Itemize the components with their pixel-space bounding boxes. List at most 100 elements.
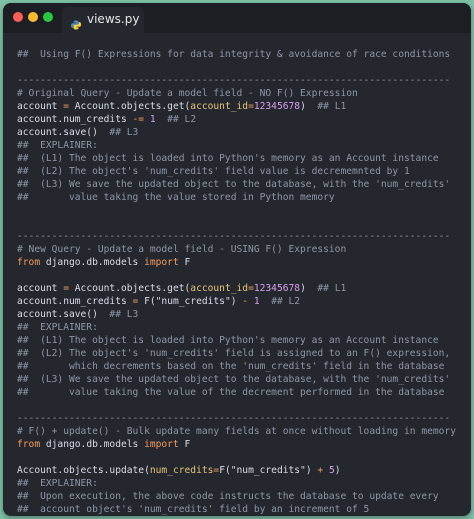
code-token: ## L2 bbox=[167, 114, 197, 125]
code-line: ## EXPLAINER: bbox=[17, 477, 463, 490]
code-token: # New Query - Update a model field - USI… bbox=[17, 244, 347, 255]
code-line: ----------------------------------------… bbox=[17, 412, 463, 425]
code-line: ## which decrements based on the 'num_cr… bbox=[17, 360, 463, 373]
close-window-button[interactable] bbox=[13, 12, 23, 22]
code-token: ## L3 bbox=[109, 127, 139, 138]
code-token: ) bbox=[305, 465, 318, 476]
code-token: ## (L3) We save the updated object to th… bbox=[17, 179, 451, 190]
code-token: "num_credits" bbox=[230, 465, 306, 476]
code-line: ## (L2) The object's 'num_credits' field… bbox=[17, 347, 463, 360]
code-token: ## (L2) The object's 'num_credits' field… bbox=[17, 348, 451, 359]
code-line: account.num_credits -= 1 ## L2 bbox=[17, 113, 463, 126]
code-token: ## L1 bbox=[317, 101, 347, 112]
code-token: F bbox=[178, 439, 191, 450]
title-bar: views.py bbox=[3, 3, 471, 33]
code-line: account.save() ## L3 bbox=[17, 126, 463, 139]
code-line: # New Query - Update a model field - USI… bbox=[17, 243, 463, 256]
minimize-window-button[interactable] bbox=[28, 12, 38, 22]
code-token: # F() + update() - Bulk update many fiel… bbox=[17, 426, 456, 437]
code-token: ## account object's 'num_credits' field … bbox=[17, 504, 370, 515]
code-token: F( bbox=[138, 296, 156, 307]
code-line: account.num_credits = F("num_credits") -… bbox=[17, 295, 463, 308]
code-token: ## (L3) We save the updated object to th… bbox=[17, 374, 451, 385]
code-token: = bbox=[57, 101, 75, 112]
code-token: account.save() bbox=[17, 127, 110, 138]
code-token: ## EXPLAINER: bbox=[17, 322, 98, 333]
code-line: ## account object's 'num_credits' field … bbox=[17, 503, 463, 516]
editor-window: views.py ## Using F() Expressions for da… bbox=[3, 3, 471, 516]
code-line: ----------------------------------------… bbox=[17, 230, 463, 243]
code-line: from django.db.models import F bbox=[17, 256, 463, 269]
code-token: num_credits bbox=[149, 465, 214, 476]
code-token: ----------------------------------------… bbox=[17, 413, 451, 424]
code-line: account.save() ## L3 bbox=[17, 308, 463, 321]
code-token: 12345678 bbox=[253, 101, 301, 112]
code-line: ## (L2) The object's 'num_credits' field… bbox=[17, 165, 463, 178]
code-line: ----------------------------------------… bbox=[17, 74, 463, 87]
code-token: ) bbox=[300, 283, 318, 294]
code-line: account = Account.objects.get(account_id… bbox=[17, 282, 463, 295]
code-line: ## (L3) We save the updated object to th… bbox=[17, 178, 463, 191]
code-token: "num_credits" bbox=[155, 296, 231, 307]
code-line: # F() + update() - Bulk update many fiel… bbox=[17, 425, 463, 438]
code-token: 12345678 bbox=[253, 283, 301, 294]
code-token: ## L2 bbox=[271, 296, 301, 307]
code-token: django.db.models bbox=[40, 439, 145, 450]
code-line: ## value taking the value stored in Pyth… bbox=[17, 191, 463, 204]
code-line: # Original Query - Update a model field … bbox=[17, 87, 463, 100]
code-token: account.save() bbox=[17, 309, 110, 320]
code-token: ## EXPLAINER: bbox=[17, 140, 98, 151]
code-line: ## EXPLAINER: bbox=[17, 321, 463, 334]
code-token: account bbox=[17, 101, 58, 112]
code-token: ## (L2) The object's 'num_credits' field… bbox=[17, 166, 410, 177]
code-area[interactable]: ## Using F() Expressions for data integr… bbox=[17, 48, 463, 516]
code-token: ## (L1) The object is loaded into Python… bbox=[17, 335, 439, 346]
code-token: F( bbox=[219, 465, 231, 476]
code-token: ----------------------------------------… bbox=[17, 75, 451, 86]
code-token: account.num_credits bbox=[17, 114, 133, 125]
code-line: ## (L1) The object is loaded into Python… bbox=[17, 334, 463, 347]
code-token: ## which decrements based on the 'num_cr… bbox=[17, 361, 445, 372]
code-token: from bbox=[17, 257, 41, 268]
code-token: ## Upon execution, the above code instru… bbox=[17, 491, 439, 502]
code-line: ## Upon execution, the above code instru… bbox=[17, 490, 463, 503]
python-file-icon bbox=[71, 15, 81, 30]
code-line: ## EXPLAINER: bbox=[17, 139, 463, 152]
code-token: account_id bbox=[190, 283, 249, 294]
code-token: ## EXPLAINER: bbox=[17, 478, 98, 489]
code-token: ## value taking the value of the decreme… bbox=[17, 387, 445, 398]
code-token: ) bbox=[334, 465, 341, 476]
code-line: ## value taking the value of the decreme… bbox=[17, 386, 463, 399]
code-token: ----------------------------------------… bbox=[17, 231, 451, 242]
code-token: Account.objects.get( bbox=[74, 283, 191, 294]
code-token: ## L3 bbox=[109, 309, 139, 320]
code-line: ## (L1) The object is loaded into Python… bbox=[17, 152, 463, 165]
file-tab[interactable]: views.py bbox=[62, 7, 144, 33]
code-token: -= bbox=[132, 114, 145, 125]
code-line: Account.objects.update(num_credits=F("nu… bbox=[17, 464, 463, 477]
maximize-window-button[interactable] bbox=[43, 12, 53, 22]
code-token: ) bbox=[230, 296, 243, 307]
code-token: # Original Query - Update a model field … bbox=[17, 88, 358, 99]
code-token: Account.objects.get( bbox=[74, 101, 191, 112]
code-token: Account.objects.update( bbox=[17, 465, 150, 476]
code-token: account.num_credits bbox=[17, 296, 133, 307]
code-line: from django.db.models import F bbox=[17, 438, 463, 451]
code-line: ## Using F() Expressions for data integr… bbox=[17, 48, 463, 61]
code-token: ## (L1) The object is loaded into Python… bbox=[17, 153, 439, 164]
code-token: = bbox=[57, 283, 75, 294]
code-line: ## (L3) We save the updated object to th… bbox=[17, 373, 463, 386]
code-token: import bbox=[144, 439, 179, 450]
code-token: account_id bbox=[190, 101, 249, 112]
code-token: ## L1 bbox=[317, 283, 347, 294]
code-token: F bbox=[178, 257, 191, 268]
tab-label: views.py bbox=[87, 12, 140, 26]
